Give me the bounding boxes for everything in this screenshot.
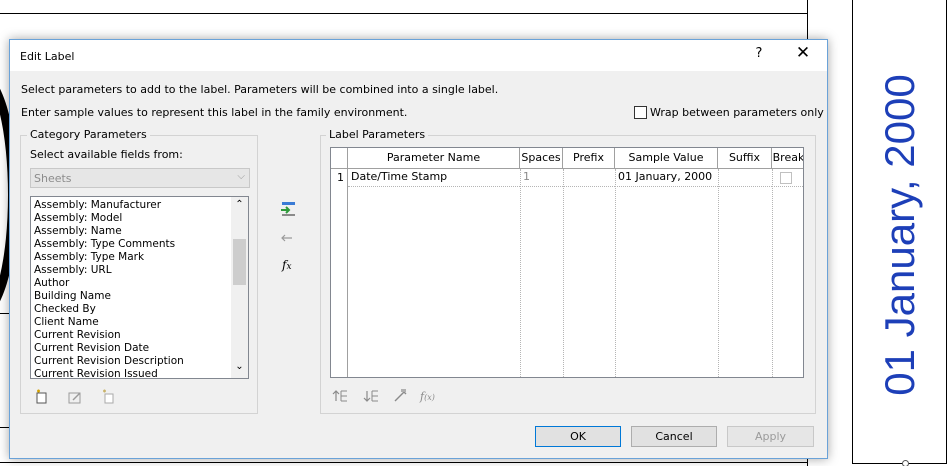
break-checkbox[interactable] <box>780 172 792 184</box>
label-parameters-table[interactable]: Parameter Name Spaces Prefix Sample Valu… <box>330 147 804 378</box>
list-item[interactable]: Assembly: URL <box>34 264 112 277</box>
column-header-prefix[interactable]: Prefix <box>563 148 615 169</box>
table-corner <box>331 148 348 169</box>
list-item[interactable]: Assembly: Manufacturer <box>34 199 161 212</box>
list-item[interactable]: Assembly: Type Mark <box>34 251 144 264</box>
list-item[interactable]: Client Name <box>34 316 99 329</box>
category-parameters-title: Category Parameters <box>27 128 150 141</box>
ok-button[interactable]: OK <box>535 426 621 447</box>
help-button[interactable]: ? <box>752 46 766 61</box>
new-parameter-icon[interactable] <box>34 389 50 408</box>
apply-button[interactable]: Apply <box>727 426 814 447</box>
available-fields-list[interactable]: Assembly: Manufacturer Assembly: Model Ass… <box>30 196 249 379</box>
cancel-button[interactable]: Cancel <box>631 426 717 447</box>
fields-from-label: Select available fields from: <box>30 148 183 161</box>
scroll-up-icon[interactable]: ⌃ <box>231 199 248 210</box>
list-item[interactable]: Current Revision Issued <box>34 368 158 378</box>
row-number[interactable]: 1 <box>331 169 348 187</box>
list-scrollbar[interactable]: ⌃ ⌄ <box>231 197 248 378</box>
dialog-title: Edit Label <box>20 50 75 63</box>
list-item[interactable]: Assembly: Type Comments <box>34 238 175 251</box>
move-up-icon[interactable] <box>332 389 348 406</box>
fields-from-select[interactable]: Sheets ⌵ <box>30 168 250 188</box>
label-parameters-title: Label Parameters <box>326 128 429 141</box>
wrap-checkbox[interactable] <box>634 106 647 119</box>
list-item[interactable]: Current Revision Date <box>34 342 149 355</box>
cell-parameter-name[interactable]: Date/Time Stamp <box>348 169 520 187</box>
list-item[interactable]: Author <box>34 277 69 290</box>
drawing-border-top <box>0 13 808 14</box>
wrap-checkbox-label[interactable]: Wrap between parameters only <box>650 106 824 119</box>
instruction-text-1: Select parameters to add to the label. P… <box>21 83 499 96</box>
list-item[interactable]: Building Name <box>34 290 111 303</box>
scroll-thumb[interactable] <box>233 239 246 285</box>
cell-suffix[interactable] <box>718 169 772 187</box>
edit-parameter-value-icon[interactable] <box>392 388 408 407</box>
add-parameter-icon[interactable] <box>280 201 296 220</box>
grid-divider <box>520 169 521 377</box>
formula-value-icon[interactable]: f(x) <box>420 390 435 403</box>
column-header-suffix[interactable]: Suffix <box>718 148 772 169</box>
formula-icon[interactable]: fx <box>282 258 292 272</box>
column-header-sample-value[interactable]: Sample Value <box>615 148 718 169</box>
drawing-border-bottom <box>0 462 808 463</box>
grid-divider <box>772 169 773 377</box>
cell-prefix[interactable] <box>563 169 615 187</box>
copy-parameter-icon[interactable] <box>100 389 116 408</box>
cell-spaces[interactable]: 1 <box>520 169 563 187</box>
screen: 01 January, 2000 Edit Label ? ✕ Select p… <box>0 0 951 466</box>
cell-sample-value[interactable]: 01 January, 2000 <box>615 169 718 187</box>
list-item[interactable]: Current Revision <box>34 329 121 342</box>
column-header-parameter-name[interactable]: Parameter Name <box>348 148 520 169</box>
list-item[interactable]: Current Revision Description <box>34 355 184 368</box>
chevron-down-icon: ⌵ <box>237 171 245 182</box>
column-header-break[interactable]: Break <box>772 148 803 169</box>
grip-handle[interactable] <box>902 460 909 466</box>
date-stamp-label[interactable]: 01 January, 2000 <box>876 74 923 395</box>
close-button[interactable]: ✕ <box>792 43 814 63</box>
grid-divider <box>615 169 616 377</box>
grid-divider <box>563 169 564 377</box>
list-item[interactable]: Checked By <box>34 303 96 316</box>
instruction-text-2: Enter sample values to represent this la… <box>21 106 408 119</box>
grid-divider <box>718 169 719 377</box>
fields-from-select-value: Sheets <box>34 172 72 185</box>
dialog-titlebar[interactable]: Edit Label ? ✕ <box>10 40 827 71</box>
list-item[interactable]: Assembly: Model <box>34 212 122 225</box>
edit-parameter-icon[interactable] <box>67 389 83 408</box>
column-header-spaces[interactable]: Spaces <box>520 148 563 169</box>
move-down-icon[interactable] <box>363 389 379 406</box>
list-item[interactable]: Assembly: Name <box>34 225 122 238</box>
edit-label-dialog: Edit Label ? ✕ Select parameters to add … <box>9 39 828 459</box>
row-header-column <box>331 187 348 377</box>
remove-parameter-icon[interactable] <box>280 233 294 246</box>
scroll-down-icon[interactable]: ⌄ <box>231 361 248 372</box>
